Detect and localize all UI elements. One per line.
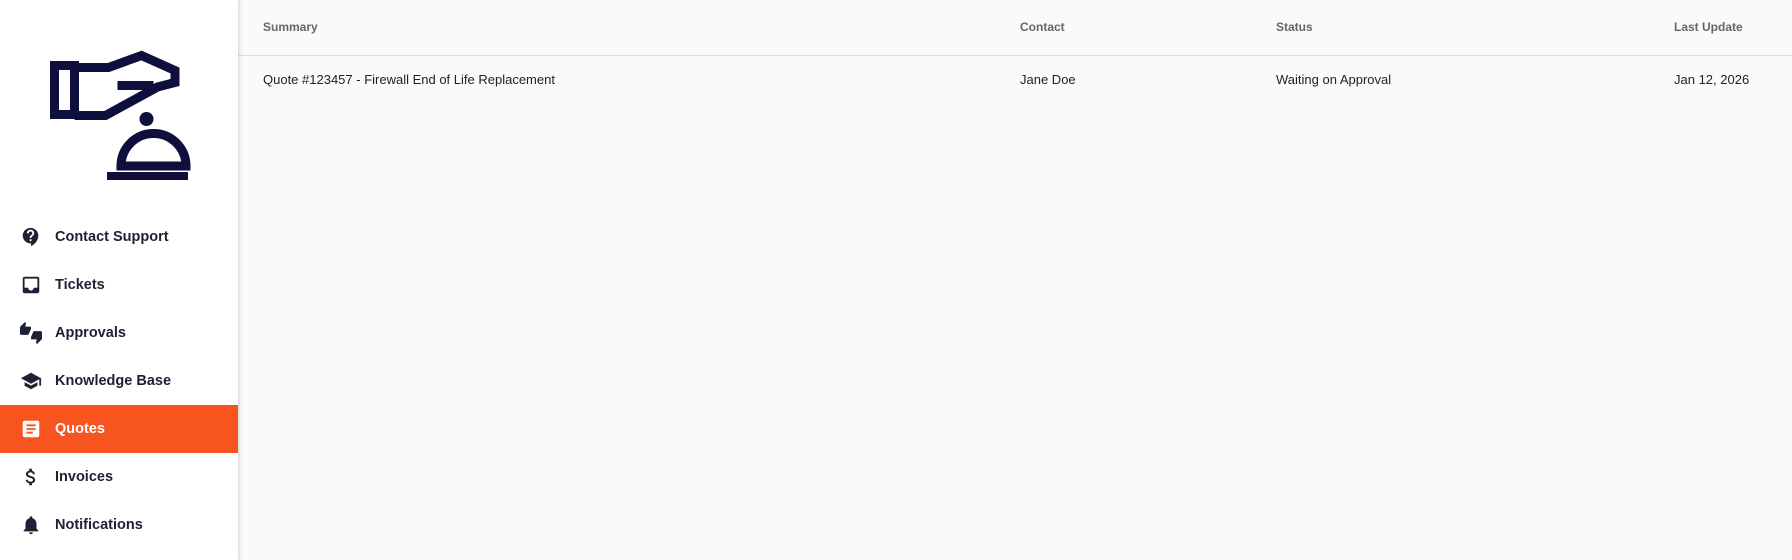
sidebar-item-label: Knowledge Base <box>55 373 172 389</box>
quote-status-cell: Waiting on Approval <box>1276 72 1392 87</box>
inbox-tray-icon <box>19 273 43 297</box>
sidebar: Contact Support Tickets Approvals Knowle… <box>0 0 238 560</box>
sidebar-item-approvals[interactable]: Approvals <box>0 309 238 357</box>
column-header-last-update[interactable]: Last Update <box>1674 20 1743 34</box>
sidebar-item-label: Invoices <box>55 469 114 485</box>
dollar-icon <box>19 465 43 489</box>
concierge-hand-bell-icon <box>50 50 191 180</box>
logo[interactable] <box>40 45 200 190</box>
table-row[interactable]: Quote #123457 - Firewall End of Life Rep… <box>238 56 1792 104</box>
graduation-cap-icon <box>19 369 43 393</box>
bell-icon <box>19 513 43 537</box>
quotes-table: Summary Contact Status Last Update Quote… <box>238 0 1792 560</box>
sidebar-item-contact-support[interactable]: Contact Support <box>0 213 238 261</box>
sidebar-item-notifications[interactable]: Notifications <box>0 501 238 549</box>
sidebar-item-quotes[interactable]: Quotes <box>0 405 238 453</box>
sidebar-nav: Contact Support Tickets Approvals Knowle… <box>0 213 238 549</box>
table-header: Summary Contact Status Last Update <box>238 0 1792 56</box>
column-header-summary[interactable]: Summary <box>263 20 318 34</box>
column-header-contact[interactable]: Contact <box>1020 20 1065 34</box>
app-window: Contact Support Tickets Approvals Knowle… <box>0 0 1792 560</box>
sidebar-item-label: Approvals <box>55 325 126 341</box>
sidebar-item-label: Notifications <box>55 517 143 533</box>
thumbs-up-down-icon <box>19 321 43 345</box>
quote-last-update-cell: Jan 12, 2026 <box>1674 72 1750 87</box>
quote-contact-cell: Jane Doe <box>1020 72 1076 87</box>
receipt-icon <box>19 417 43 441</box>
column-header-status[interactable]: Status <box>1276 20 1313 34</box>
sidebar-item-invoices[interactable]: Invoices <box>0 453 238 501</box>
sidebar-item-label: Contact Support <box>55 229 169 245</box>
sidebar-item-label: Tickets <box>55 277 105 293</box>
help-bubble-icon <box>19 225 43 249</box>
sidebar-item-tickets[interactable]: Tickets <box>0 261 238 309</box>
sidebar-item-knowledge-base[interactable]: Knowledge Base <box>0 357 238 405</box>
quote-summary-cell: Quote #123457 - Firewall End of Life Rep… <box>263 72 555 87</box>
sidebar-item-label: Quotes <box>55 421 105 437</box>
